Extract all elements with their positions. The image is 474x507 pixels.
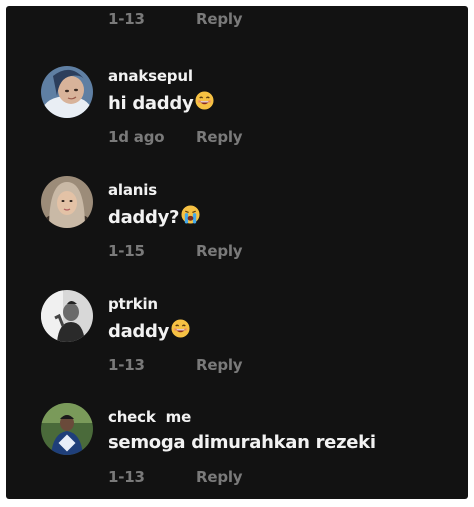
reply-button[interactable]: Reply: [196, 10, 243, 28]
avatar[interactable]: [41, 66, 93, 118]
comment-text: daddy: [108, 319, 190, 343]
grinning-face-icon: [171, 319, 190, 343]
comment-username[interactable]: check me: [108, 408, 191, 426]
comment-item: alanis daddy? 1-15 Reply: [6, 176, 468, 281]
comment-meta-row: 1-13 Reply: [108, 468, 243, 486]
comment-item: check me semoga dimurahkan rezeki 1-13 R…: [6, 403, 468, 499]
avatar[interactable]: [41, 176, 93, 228]
comment-text: semoga dimurahkan rezeki: [108, 432, 376, 453]
comment-body: semoga dimurahkan rezeki: [108, 432, 376, 453]
comment-meta-row: 1-13 Reply: [108, 10, 243, 28]
comment-text: daddy?: [108, 205, 200, 229]
comment-meta-row: 1-15 Reply: [108, 242, 243, 260]
comment-date: 1-13: [108, 468, 145, 486]
reply-button[interactable]: Reply: [196, 468, 243, 486]
reply-button[interactable]: Reply: [196, 356, 243, 374]
comment-body: daddy?: [108, 206, 180, 228]
comment-item: anaksepul hi daddy 1d ago Reply: [6, 66, 468, 167]
comment-username[interactable]: alanis: [108, 181, 157, 199]
comment-body: daddy: [108, 320, 170, 342]
comment-username[interactable]: ptrkin: [108, 295, 158, 313]
comment-meta-row: 1d ago Reply: [108, 128, 243, 146]
avatar[interactable]: [41, 403, 93, 455]
comment-date: 1-15: [108, 242, 145, 260]
comment-body: hi daddy: [108, 92, 194, 114]
comment-date: 1-13: [108, 10, 145, 28]
comment-date: 1-13: [108, 356, 145, 374]
avatar[interactable]: [41, 290, 93, 342]
grinning-face-icon: [195, 91, 214, 115]
comment-username[interactable]: anaksepul: [108, 67, 193, 85]
comment-meta-row: 1-13 Reply: [108, 356, 243, 374]
comment-text: hi daddy: [108, 91, 214, 115]
comments-panel: 1-13 Reply anaksepul hi daddy 1d ago Rep…: [6, 6, 468, 499]
reply-button[interactable]: Reply: [196, 242, 243, 260]
comment-item: ptrkin daddy 1-13 Reply: [6, 290, 468, 395]
comment-date: 1d ago: [108, 128, 165, 146]
crying-face-icon: [181, 205, 200, 229]
reply-button[interactable]: Reply: [196, 128, 243, 146]
